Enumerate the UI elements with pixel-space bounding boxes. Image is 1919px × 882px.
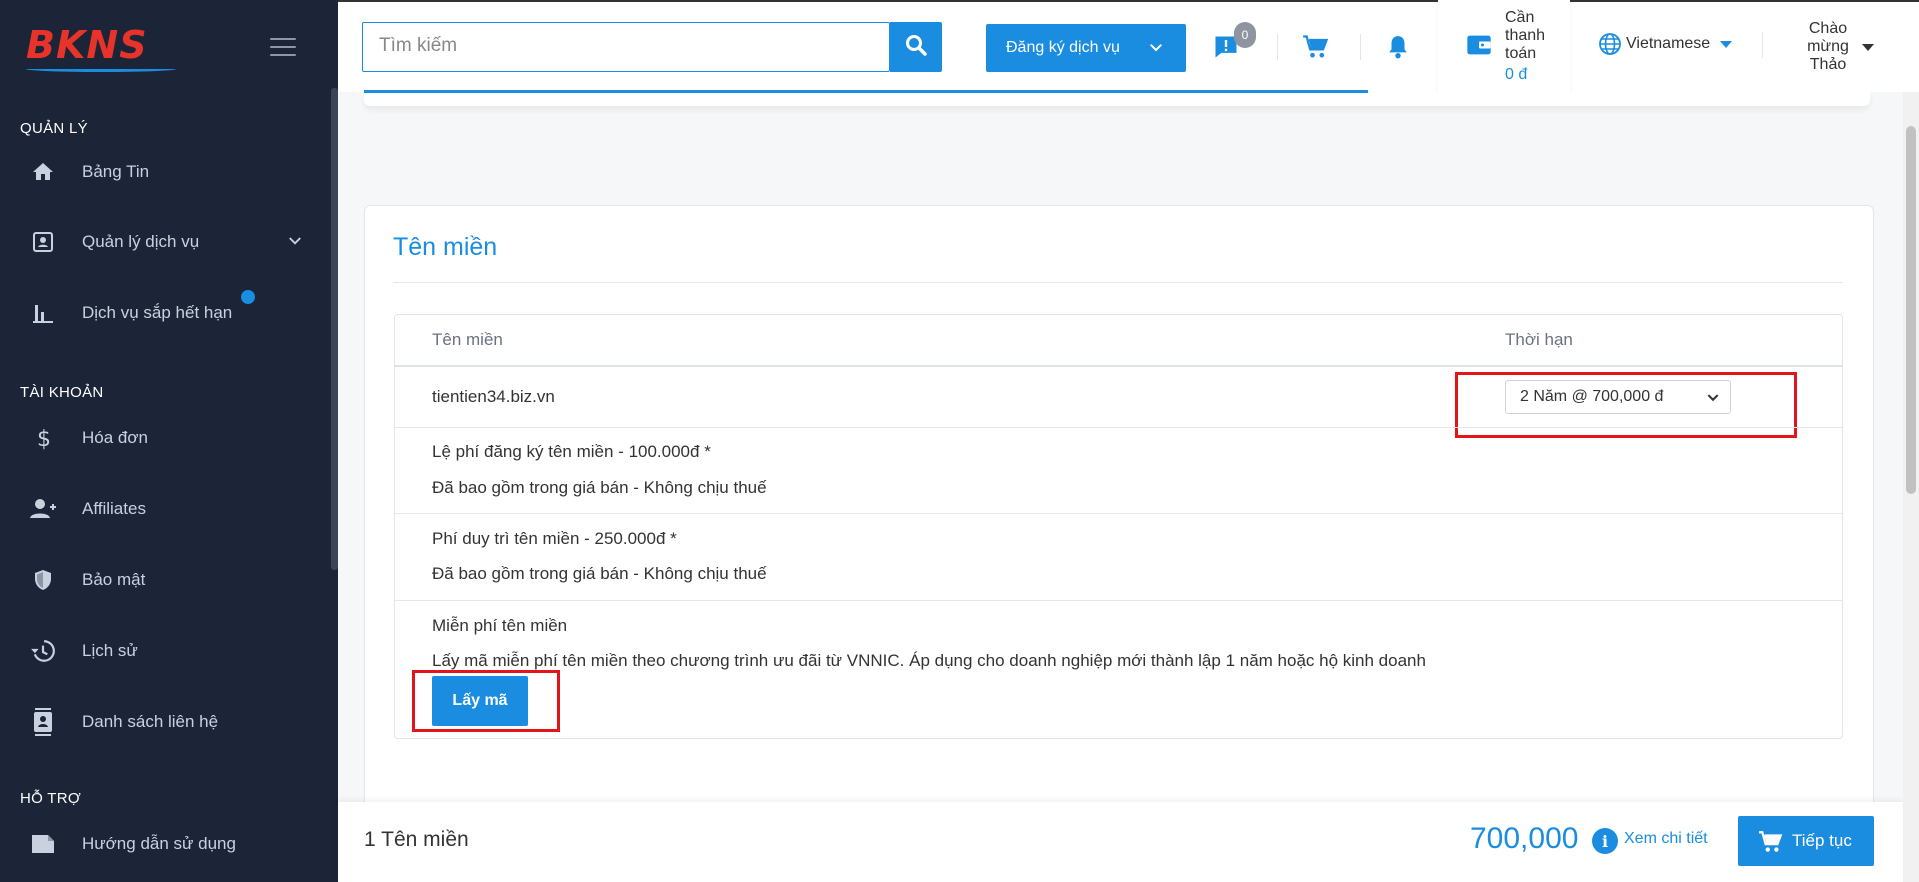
fee-title: Phí duy trì tên miền - 250.000đ * bbox=[432, 529, 677, 548]
document-icon bbox=[28, 829, 58, 859]
home-icon bbox=[28, 157, 58, 187]
language-label: Vietnamese bbox=[1626, 35, 1711, 52]
divider bbox=[1277, 34, 1278, 60]
info-icon[interactable]: i bbox=[1592, 828, 1618, 854]
sidebar-item-contact-list[interactable]: Danh sách liên hệ bbox=[0, 694, 320, 750]
sidebar-item-invoices[interactable]: $ Hóa đơn bbox=[0, 410, 320, 466]
previous-card-edge bbox=[364, 92, 1870, 106]
caret-down-icon bbox=[1720, 40, 1733, 48]
sidebar-item-label: Affiliates bbox=[82, 499, 146, 518]
sidebar-item-label: Bảo mật bbox=[82, 570, 146, 589]
history-icon bbox=[28, 636, 58, 666]
search-input[interactable] bbox=[363, 23, 893, 69]
search-icon bbox=[904, 33, 928, 62]
sidebar-item-label: Lịch sử bbox=[82, 641, 138, 660]
sidebar-item-label: Bảng Tin bbox=[82, 162, 150, 181]
tab-underline bbox=[364, 90, 1368, 93]
wallet-icon[interactable] bbox=[1464, 30, 1494, 60]
cart-icon bbox=[1758, 829, 1784, 860]
column-header-term: Thời hạn bbox=[1505, 330, 1573, 349]
sidebar-item-user-guide[interactable]: Hướng dẫn sử dụng bbox=[0, 816, 320, 872]
globe-icon bbox=[1598, 32, 1622, 56]
sidebar-item-label: Danh sách liên hệ bbox=[82, 712, 219, 731]
get-code-button[interactable]: Lấy mã bbox=[432, 676, 528, 726]
fee-note: Đã bao gồm trong giá bán - Không chịu th… bbox=[432, 564, 767, 583]
chevron-down-icon[interactable] bbox=[286, 232, 304, 255]
sidebar-scrollbar[interactable] bbox=[331, 88, 338, 570]
divider bbox=[1360, 34, 1361, 60]
chevron-down-icon bbox=[1148, 41, 1164, 60]
sidebar-item-label: Hóa đơn bbox=[82, 428, 148, 447]
continue-button[interactable]: Tiếp tục bbox=[1738, 816, 1874, 866]
continue-label: Tiếp tục bbox=[1792, 831, 1852, 850]
item-count: 1 Tên miền bbox=[364, 828, 469, 851]
bell-icon[interactable] bbox=[1383, 32, 1413, 62]
svg-text:$: $ bbox=[37, 427, 51, 451]
contacts-icon bbox=[28, 707, 58, 737]
contact-card-icon bbox=[28, 227, 58, 257]
free-domain-title: Miễn phí tên miền bbox=[432, 616, 568, 635]
divider bbox=[394, 365, 1843, 367]
fee-title: Lệ phí đăng ký tên miền - 100.000đ * bbox=[432, 442, 711, 461]
divider bbox=[394, 427, 1843, 428]
bar-chart-icon bbox=[28, 298, 58, 328]
divider bbox=[394, 513, 1843, 514]
wallet-amount: 0 đ bbox=[1505, 66, 1528, 83]
view-details-link[interactable]: Xem chi tiết bbox=[1624, 830, 1708, 848]
domain-name: tientien34.biz.vn bbox=[432, 387, 555, 406]
free-domain-description: Lấy mã miễn phí tên miền theo chương trì… bbox=[432, 651, 1426, 670]
shield-icon bbox=[28, 565, 58, 595]
bkns-logo[interactable]: BKNS bbox=[26, 23, 176, 72]
section-title-support: HỖ TRỢ bbox=[20, 790, 82, 807]
sidebar-item-history[interactable]: Lịch sử bbox=[0, 623, 320, 679]
dollar-icon: $ bbox=[28, 423, 58, 453]
cart-icon[interactable] bbox=[1301, 32, 1331, 62]
sidebar: BKNS QUẢN LÝ Bảng Tin Quản lý dịch vụ Dị… bbox=[0, 0, 338, 882]
sidebar-item-label: Dịch vụ sắp hết hạn bbox=[82, 303, 233, 322]
scrollbar-thumb[interactable] bbox=[1906, 126, 1916, 494]
sidebar-item-expiring-services[interactable]: Dịch vụ sắp hết hạn bbox=[0, 285, 320, 341]
notification-dot bbox=[241, 290, 255, 304]
sidebar-item-dashboard[interactable]: Bảng Tin bbox=[0, 144, 320, 200]
divider bbox=[394, 600, 1843, 601]
hamburger-menu-icon[interactable] bbox=[270, 38, 296, 56]
total-amount: 700,000 bbox=[1470, 822, 1579, 855]
section-title-account: TÀI KHOẢN bbox=[20, 384, 104, 401]
column-header-domain: Tên miền bbox=[432, 330, 503, 349]
fee-note: Đã bao gồm trong giá bán - Không chịu th… bbox=[432, 478, 767, 497]
language-selector[interactable]: Vietnamese bbox=[1598, 32, 1733, 56]
caret-down-icon[interactable] bbox=[1862, 44, 1874, 51]
add-user-icon bbox=[28, 494, 58, 524]
register-service-button[interactable]: Đăng ký dịch vụ bbox=[986, 24, 1186, 72]
sidebar-item-service-management[interactable]: Quản lý dịch vụ bbox=[0, 214, 320, 270]
highlight-box bbox=[1455, 372, 1797, 438]
card-title: Tên miền bbox=[393, 233, 498, 261]
logo-text: BKNS bbox=[26, 23, 148, 67]
section-title-management: QUẢN LÝ bbox=[20, 120, 88, 137]
sidebar-item-security[interactable]: Bảo mật bbox=[0, 552, 320, 608]
message-count-badge: 0 bbox=[1234, 22, 1256, 48]
sidebar-item-affiliates[interactable]: Affiliates bbox=[0, 481, 320, 537]
sidebar-item-label: Hướng dẫn sử dụng bbox=[82, 834, 236, 853]
search-box bbox=[362, 22, 893, 72]
search-button[interactable] bbox=[890, 22, 942, 72]
page-scrollbar[interactable] bbox=[1903, 92, 1919, 882]
sidebar-item-label: Quản lý dịch vụ bbox=[82, 232, 200, 251]
greeting-text: Chào mừng Thảo bbox=[1807, 20, 1849, 73]
divider bbox=[1762, 32, 1763, 58]
wallet-label: Cần thanh toán bbox=[1505, 9, 1546, 62]
register-service-label: Đăng ký dịch vụ bbox=[1006, 39, 1120, 56]
divider bbox=[393, 282, 1843, 283]
logo-swoosh bbox=[26, 66, 176, 72]
